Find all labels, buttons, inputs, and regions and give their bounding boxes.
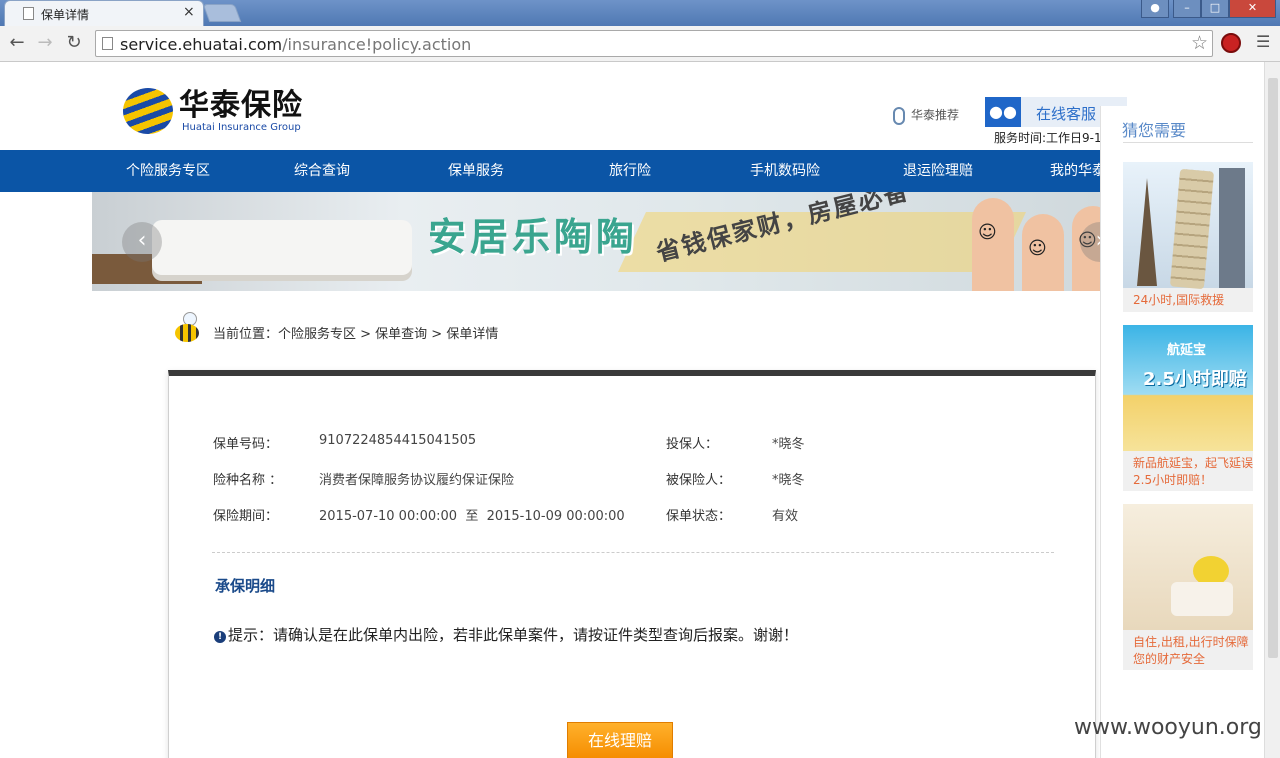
flight-delay-image: 航延宝 2.5小时即赔 xyxy=(1123,325,1253,451)
policy-period: 2015-07-10 00:00:00 至 2015-10-09 00:00:0… xyxy=(319,509,625,524)
leaning-tower-shape xyxy=(1169,168,1215,290)
browser-toolbar: ← → ↻ service.ehuatai.com/insurance!poli… xyxy=(0,26,1280,62)
recommend-panel: 猜您需要 24小时,国际救援 航延宝 2.5小时即赔 新品航延宝，起飞延误2.5… xyxy=(1100,106,1264,758)
extension-icon[interactable] xyxy=(1221,33,1241,53)
chat-bubble-icon: ●● xyxy=(985,97,1021,127)
policy-status: 有效 xyxy=(772,509,799,524)
ad-card-property[interactable]: 自住,出租,出行时保障您的财产安全 xyxy=(1123,504,1253,670)
browser-tab[interactable]: 保单详情 × xyxy=(4,0,204,26)
ad-caption: 24小时,国际救援 xyxy=(1133,293,1225,307)
policy-card: 保单号码： 9107224854415041505 投保人： *晓冬 险种名称 … xyxy=(168,370,1096,758)
reload-icon[interactable]: ↻ xyxy=(63,31,85,55)
status-label: 保单状态： xyxy=(666,509,732,524)
home-decor-image xyxy=(1123,504,1253,630)
main-nav: 个险服务专区 综合查询 保单服务 旅行险 手机数码险 退运险理赔 我的华泰保 xyxy=(0,150,1264,192)
logo-english: Huatai Insurance Group xyxy=(182,122,301,133)
minimize-icon[interactable]: – xyxy=(1173,0,1201,18)
bookmark-star-icon[interactable]: ☆ xyxy=(1191,32,1208,54)
skyscraper-shape xyxy=(1219,168,1245,288)
url-host: service.ehuatai.com xyxy=(120,35,283,54)
scrollbar-thumb[interactable] xyxy=(1268,78,1278,658)
nav-item-return-claim[interactable]: 退运险理赔 xyxy=(903,150,973,192)
tower-shape xyxy=(1137,178,1157,286)
applicant: *晓冬 xyxy=(772,437,805,452)
forward-icon[interactable]: → xyxy=(34,31,56,55)
smiley-icon: ☺ xyxy=(978,222,997,243)
recommend-link[interactable]: 华泰推荐 xyxy=(893,106,959,125)
info-icon: ! xyxy=(214,631,226,643)
landmarks-image xyxy=(1123,162,1253,290)
finger-figure: ☺ xyxy=(1022,214,1064,291)
page-icon xyxy=(23,7,34,20)
divider xyxy=(212,552,1054,553)
promo-banner[interactable]: 安居乐陶陶 省钱保家财，房屋必备 ☺ ☺ ☺ ‹ › xyxy=(92,192,1128,291)
insured-label: 被保险人： xyxy=(666,473,732,488)
notice-text: ! 提示：请确认是在此保单内出险，若非此保单案件，请按证件类型查询后报案。谢谢！ xyxy=(214,624,798,645)
applicant-label: 投保人： xyxy=(666,437,719,452)
watermark: www.wooyun.org xyxy=(1074,715,1262,740)
product-label: 险种名称 ： xyxy=(213,473,283,488)
ad-card-flight-delay[interactable]: 航延宝 2.5小时即赔 新品航延宝，起飞延误2.5小时即赔！ xyxy=(1123,325,1253,491)
ad-caption: 新品航延宝，起飞延误2.5小时即赔！ xyxy=(1133,456,1254,487)
tab-close-icon[interactable]: × xyxy=(183,4,195,20)
maximize-icon[interactable]: □ xyxy=(1201,0,1229,18)
nav-item-digital[interactable]: 手机数码险 xyxy=(750,150,820,192)
close-window-icon[interactable]: ✕ xyxy=(1229,0,1276,18)
new-tab-button[interactable] xyxy=(202,4,242,22)
back-icon[interactable]: ← xyxy=(6,31,28,55)
menu-icon[interactable]: ☰ xyxy=(1256,32,1270,51)
address-bar[interactable]: service.ehuatai.com/insurance!policy.act… xyxy=(95,30,1213,57)
nav-item-travel[interactable]: 旅行险 xyxy=(609,150,651,192)
recommend-label: 华泰推荐 xyxy=(911,108,960,122)
insured: *晓冬 xyxy=(772,473,805,488)
logo-chinese: 华泰保险 xyxy=(179,88,303,123)
banner-prev-icon[interactable]: ‹ xyxy=(122,222,162,262)
smiley-icon: ☺ xyxy=(1028,238,1047,259)
bee-mascot-icon xyxy=(167,310,209,350)
url-path: /insurance!policy.action xyxy=(282,35,472,54)
banner-title: 安居乐陶陶 xyxy=(428,215,639,259)
user-icon[interactable]: ● xyxy=(1141,0,1169,18)
online-service-label: 在线客服 xyxy=(1036,105,1097,123)
ad-caption: 自住,出租,出行时保障您的财产安全 xyxy=(1133,635,1249,666)
bee-body xyxy=(175,324,199,342)
tray-shape xyxy=(1171,582,1233,616)
product-name: 消费者保障服务协议履约保证保险 xyxy=(319,473,515,488)
ad-image-title: 航延宝 xyxy=(1167,343,1207,358)
recommend-icon xyxy=(893,106,905,125)
recommend-panel-title: 猜您需要 xyxy=(1122,121,1187,140)
web-page: 华泰保险 Huatai Insurance Group 华泰推荐 ●● 在线客服… xyxy=(0,62,1264,758)
page-icon xyxy=(102,37,113,50)
banner-sofa xyxy=(152,220,412,275)
divider xyxy=(1123,142,1253,143)
online-claim-button[interactable]: 在线理赔 xyxy=(567,722,673,758)
logo-mark-icon xyxy=(123,88,173,134)
ad-card-rescue[interactable]: 24小时,国际救援 xyxy=(1123,162,1253,312)
breadcrumb[interactable]: 当前位置：个险服务专区 > 保单查询 > 保单详情 xyxy=(213,323,498,342)
notice-message: 提示：请确认是在此保单内出险，若非此保单案件，请按证件类型查询后报案。谢谢！ xyxy=(228,626,799,644)
policy-number-label: 保单号码： xyxy=(213,437,279,452)
nav-item-policy-service[interactable]: 保单服务 xyxy=(448,150,504,192)
detail-title: 承保明细 xyxy=(215,577,276,595)
nav-item-query[interactable]: 综合查询 xyxy=(294,150,350,192)
finger-figure: ☺ xyxy=(972,198,1014,291)
period-label: 保险期间： xyxy=(213,509,279,524)
address-url[interactable]: service.ehuatai.com/insurance!policy.act… xyxy=(120,35,471,54)
page-scrollbar[interactable] xyxy=(1264,62,1280,758)
tab-title: 保单详情 xyxy=(41,8,90,22)
policy-number: 9107224854415041505 xyxy=(319,433,477,448)
nav-item-personal[interactable]: 个险服务专区 xyxy=(126,150,210,192)
browser-titlebar: 保单详情 × ● – □ ✕ xyxy=(0,0,1280,26)
ad-image-headline: 2.5小时即赔 xyxy=(1143,369,1247,390)
